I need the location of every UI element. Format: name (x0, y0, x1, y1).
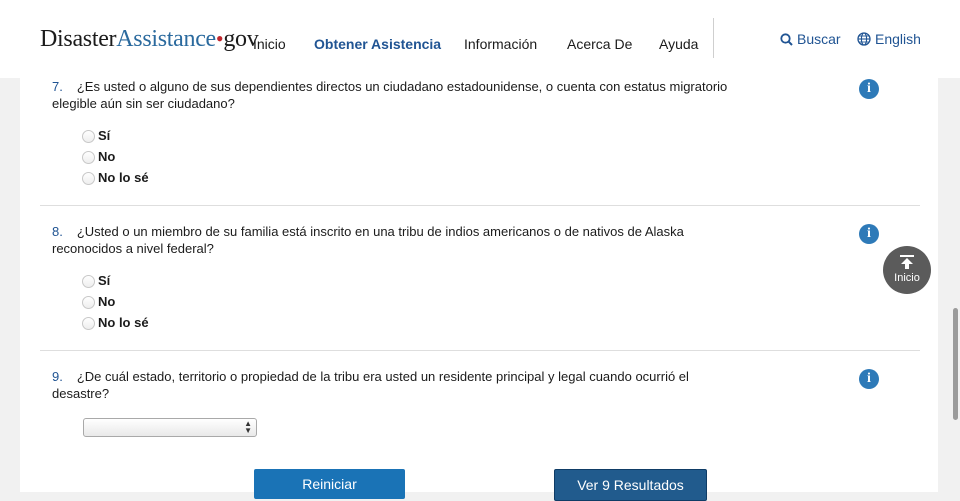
divider (40, 350, 920, 351)
back-to-top-button[interactable]: Inicio (883, 246, 931, 294)
radio-button[interactable] (82, 151, 95, 164)
arrow-up-icon (900, 255, 914, 269)
search-link[interactable]: Buscar (780, 31, 841, 47)
site-header: DisasterAssistance•gov Inicio Obtener As… (0, 0, 960, 78)
select-arrows-icon: ▲ ▼ (244, 419, 252, 435)
radio-button[interactable] (82, 130, 95, 143)
radio-button[interactable] (82, 296, 95, 309)
nav-item-acerca-de[interactable]: Acerca De (567, 36, 632, 52)
question-text: ¿De cuál estado, territorio o propiedad … (52, 369, 689, 401)
info-icon[interactable]: i (859, 79, 879, 99)
site-logo[interactable]: DisasterAssistance•gov (40, 26, 259, 53)
view-results-button[interactable]: Ver 9 Resultados (554, 469, 707, 501)
radio-button[interactable] (82, 172, 95, 185)
nav-item-inicio[interactable]: Inicio (253, 36, 286, 52)
nav-item-informacion[interactable]: Información (464, 36, 537, 52)
questionnaire-panel: 7. ¿Es usted o alguno de sus dependientes… (20, 78, 938, 501)
question-number: 8. (52, 224, 63, 239)
nav-item-obtener-asistencia[interactable]: Obtener Asistencia (314, 36, 441, 52)
radio-q7-no[interactable]: No (82, 149, 115, 164)
question-9: 9. ¿De cuál estado, territorio o propieda… (52, 368, 742, 402)
radio-q8-no[interactable]: No (82, 294, 115, 309)
radio-q8-si[interactable]: Sí (82, 273, 110, 288)
search-icon (780, 32, 793, 46)
nav-divider (713, 18, 714, 58)
radio-q7-no-lo-se[interactable]: No lo sé (82, 170, 149, 185)
question-text: ¿Usted o un miembro de su familia está i… (52, 224, 684, 256)
scrollbar[interactable] (953, 308, 958, 420)
language-label: English (875, 31, 921, 47)
radio-q8-no-lo-se[interactable]: No lo sé (82, 315, 149, 330)
search-label: Buscar (797, 31, 841, 47)
info-icon[interactable]: i (859, 369, 879, 389)
question-7: 7. ¿Es usted o alguno de sus dependientes… (52, 78, 742, 112)
info-icon[interactable]: i (859, 224, 879, 244)
radio-button[interactable] (82, 275, 95, 288)
question-8: 8. ¿Usted o un miembro de su familia está… (52, 223, 742, 257)
nav-item-ayuda[interactable]: Ayuda (659, 36, 698, 52)
question-text: ¿Es usted o alguno de sus dependientes d… (52, 79, 728, 111)
question-number: 7. (52, 79, 63, 94)
back-to-top-label: Inicio (894, 272, 920, 284)
globe-icon (857, 32, 871, 46)
reset-button[interactable]: Reiniciar (254, 469, 405, 499)
language-link[interactable]: English (857, 31, 921, 47)
state-select[interactable]: ▲ ▼ (83, 418, 257, 437)
radio-q7-si[interactable]: Sí (82, 128, 110, 143)
radio-button[interactable] (82, 317, 95, 330)
question-number: 9. (52, 369, 63, 384)
divider (40, 205, 920, 206)
